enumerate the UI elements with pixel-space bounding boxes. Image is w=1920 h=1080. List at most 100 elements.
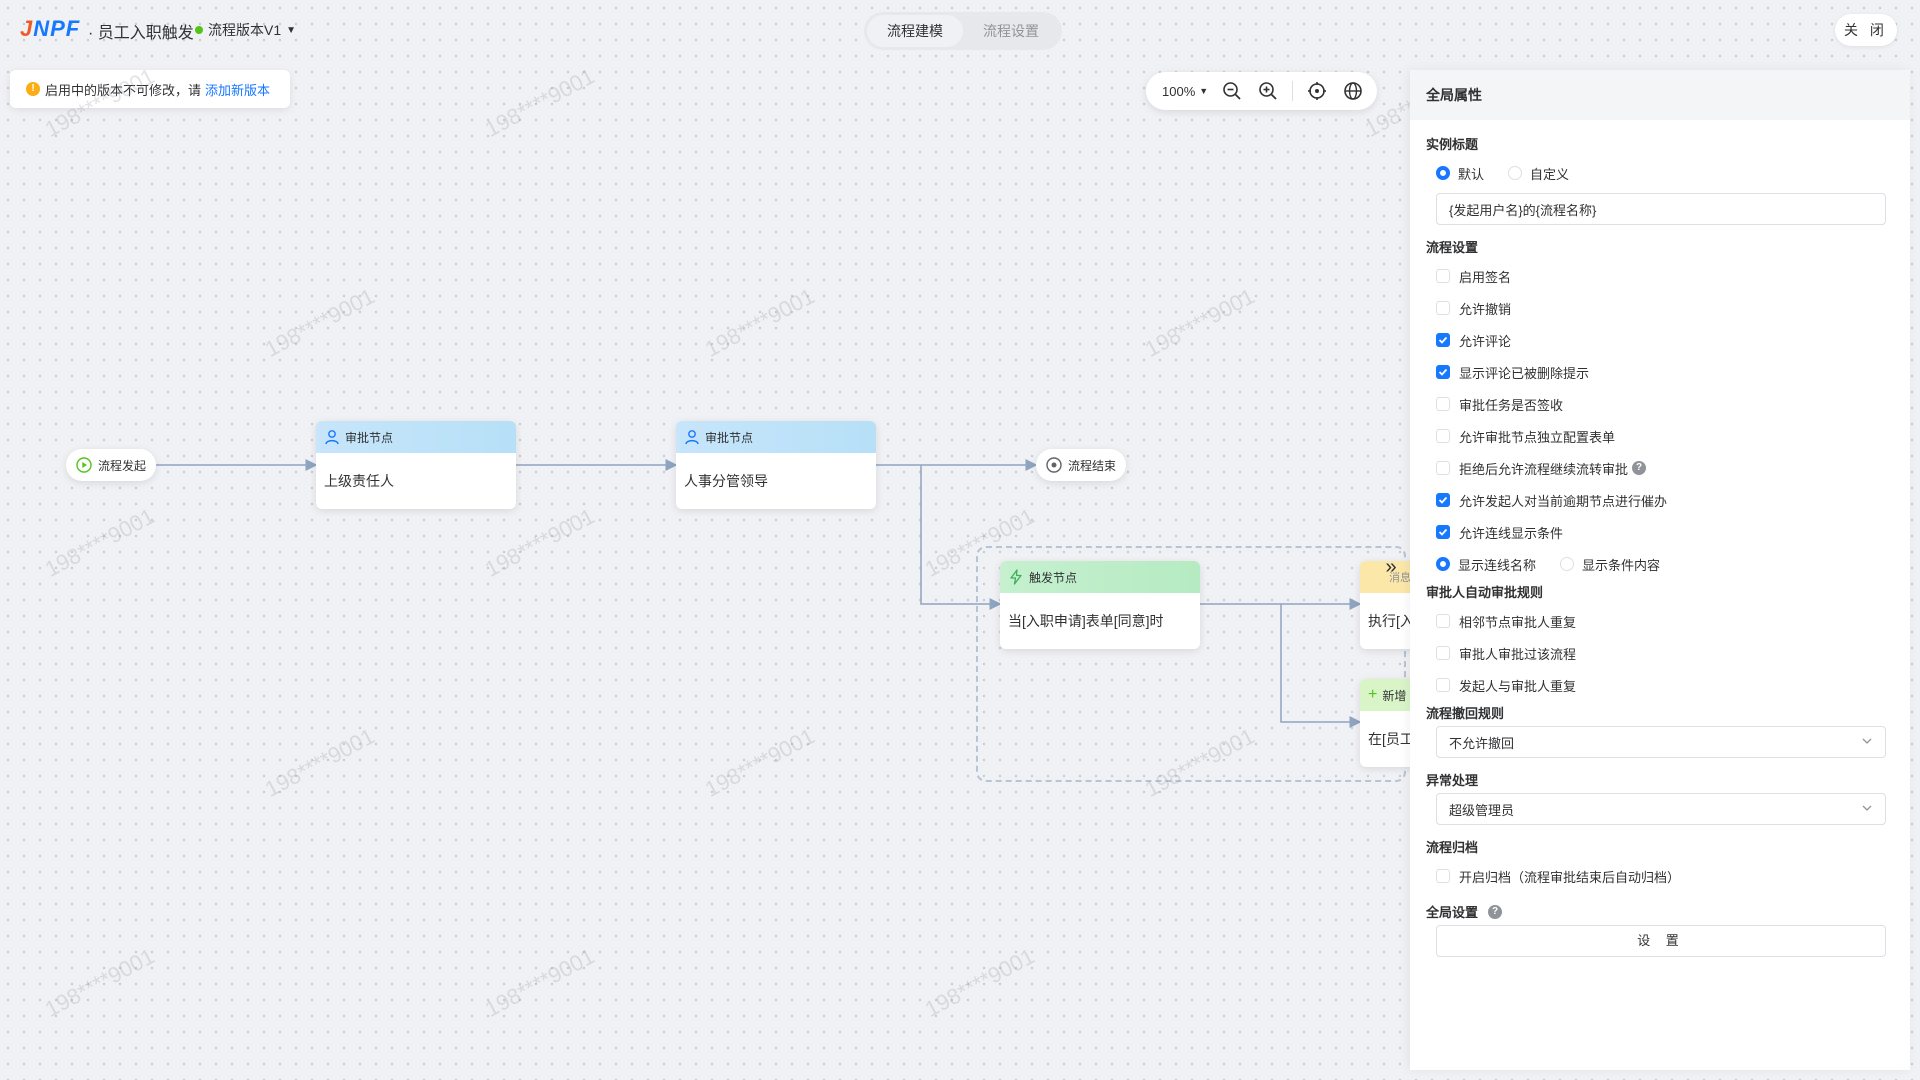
check-icon	[1438, 528, 1448, 536]
node-header: 审批节点	[316, 421, 516, 453]
section-global-settings: 全局设置?	[1426, 902, 1894, 921]
zoom-toolbar: 100% ▼	[1146, 72, 1378, 110]
checkbox-box	[1436, 365, 1450, 379]
node-header-label: 触发节点	[1029, 570, 1078, 585]
check-icon	[1438, 368, 1448, 376]
flow-start-node[interactable]: 流程发起	[66, 449, 157, 481]
checkbox-box	[1436, 301, 1450, 315]
checkbox-show-line-condition[interactable]: 允许连线显示条件	[1426, 516, 1894, 548]
global-properties-panel: 全局属性 实例标题 默认 自定义 {发起用户名}的{流程名称} 流程设置 启用签…	[1410, 70, 1910, 1070]
watermark: 198****9001	[1140, 283, 1259, 362]
global-settings-button[interactable]: 设 置	[1436, 925, 1886, 957]
checkbox-allow-revoke[interactable]: 允许撤销	[1426, 292, 1894, 324]
select-value: 超级管理员	[1449, 802, 1515, 818]
watermark: 198****9001	[40, 503, 159, 582]
chevron-down-icon	[1861, 735, 1873, 750]
warning-icon: !	[26, 82, 40, 96]
help-icon[interactable]: ?	[1632, 461, 1647, 475]
section-label: 实例标题	[1426, 137, 1479, 152]
watermark: 198****9001	[260, 283, 379, 362]
globe-icon[interactable]	[1341, 79, 1365, 103]
checkbox-enable-archive[interactable]: 开启归档（流程审批结束后自动归档）	[1426, 860, 1894, 892]
logo-letters-npf: NPF	[33, 16, 81, 41]
caret-down-icon: ▼	[286, 24, 297, 36]
checkbox-label: 拒绝后允许流程继续流转审批	[1459, 461, 1629, 477]
checkbox-continue-after-reject[interactable]: 拒绝后允许流程继续流转审批?	[1426, 452, 1894, 484]
checkbox-box	[1436, 646, 1450, 660]
revoke-rule-select[interactable]: 不允许撤回	[1436, 726, 1886, 758]
section-instance-title: 实例标题	[1426, 134, 1894, 153]
checkbox-task-sign-in[interactable]: 审批任务是否签收	[1426, 388, 1894, 420]
radio-label: 自定义	[1530, 166, 1570, 182]
radio-checked	[1436, 166, 1450, 180]
user-icon	[685, 430, 699, 445]
node-header: 触发节点	[1000, 561, 1200, 593]
section-process-settings: 流程设置	[1426, 237, 1894, 256]
section-label: 全局设置	[1426, 905, 1479, 920]
flow-end-node[interactable]: 流程结束	[1036, 449, 1127, 481]
zoom-in-icon[interactable]	[1256, 79, 1280, 103]
checkbox-label: 审批人审批过该流程	[1459, 646, 1577, 662]
radio-default[interactable]: 默认	[1436, 164, 1484, 183]
section-label: 审批人自动审批规则	[1426, 585, 1544, 600]
checkbox-box	[1436, 269, 1450, 283]
watermark: 198****9001	[480, 63, 599, 142]
checkbox-node-form[interactable]: 允许审批节点独立配置表单	[1426, 420, 1894, 452]
play-icon	[76, 457, 92, 473]
app-logo: JNPF	[20, 16, 80, 42]
checkbox-adjacent-repeat[interactable]: 相邻节点审批人重复	[1426, 605, 1894, 637]
stop-icon	[1046, 457, 1062, 473]
node-body: 上级责任人	[324, 473, 394, 489]
radio-custom[interactable]: 自定义	[1508, 164, 1569, 183]
checkbox-label: 开启归档（流程审批结束后自动归档）	[1459, 869, 1681, 885]
radio-show-line-name[interactable]: 显示连线名称	[1436, 555, 1536, 574]
checkbox-box	[1436, 678, 1450, 692]
flow-start-label: 流程发起	[98, 458, 147, 473]
tab-settings[interactable]: 流程设置	[963, 15, 1059, 47]
radio-unchecked	[1560, 557, 1575, 571]
checkbox-label: 发起人与审批人重复	[1459, 678, 1577, 694]
watermark: 198****9001	[480, 943, 599, 1022]
caret-down-icon: ▼	[1199, 86, 1209, 96]
locate-icon[interactable]	[1305, 79, 1329, 103]
instance-title-input[interactable]: {发起用户名}的{流程名称}	[1436, 193, 1886, 225]
input-value: {发起用户名}的{流程名称}	[1449, 202, 1597, 218]
version-selector[interactable]: 流程版本V1 ▼	[195, 20, 296, 40]
watermark: 198****9001	[40, 943, 159, 1022]
checkbox-enable-signature[interactable]: 启用签名	[1426, 260, 1894, 292]
checkbox-allow-urge[interactable]: 允许发起人对当前逾期节点进行催办	[1426, 484, 1894, 516]
logo-letter-j: J	[20, 16, 34, 41]
section-label: 流程归档	[1426, 840, 1479, 855]
zoom-out-icon[interactable]	[1220, 79, 1244, 103]
checkbox-initiator-repeat[interactable]: 发起人与审批人重复	[1426, 669, 1894, 701]
zoom-level-select[interactable]: 100% ▼	[1162, 84, 1208, 99]
checkbox-label: 允许评论	[1459, 333, 1512, 349]
checkbox-approved-before[interactable]: 审批人审批过该流程	[1426, 637, 1894, 669]
watermark: 198****9001	[480, 503, 599, 582]
help-icon[interactable]: ?	[1488, 904, 1503, 919]
instance-title-options: 默认 自定义	[1426, 157, 1894, 189]
checkbox-box	[1436, 461, 1450, 475]
zoom-level: 100%	[1162, 83, 1196, 99]
checkbox-label: 允许连线显示条件	[1459, 525, 1564, 541]
close-button[interactable]: 关 闭	[1835, 14, 1897, 46]
radio-show-condition[interactable]: 显示条件内容	[1560, 555, 1660, 574]
checkbox-label: 相邻节点审批人重复	[1459, 614, 1577, 630]
panel-body: 实例标题 默认 自定义 {发起用户名}的{流程名称} 流程设置 启用签名 允许撤…	[1410, 134, 1910, 957]
collapse-panel-icon[interactable]: »	[1378, 556, 1404, 582]
exception-handler-select[interactable]: 超级管理员	[1436, 793, 1886, 825]
checkbox-box	[1436, 614, 1450, 628]
approval-node-2[interactable]: 审批节点 人事分管领导	[676, 421, 876, 509]
user-icon	[325, 430, 339, 445]
checkbox-box	[1436, 397, 1450, 411]
lightning-icon	[1010, 569, 1022, 585]
check-icon	[1438, 496, 1448, 504]
tab-modeling[interactable]: 流程建模	[867, 15, 963, 47]
checkbox-allow-comment[interactable]: 允许评论	[1426, 324, 1894, 356]
section-label: 流程设置	[1426, 240, 1479, 255]
add-version-link[interactable]: 添加新版本	[205, 80, 270, 99]
node-body: 人事分管领导	[684, 473, 768, 489]
approval-node-1[interactable]: 审批节点 上级责任人	[316, 421, 516, 509]
checkbox-show-deleted-comment[interactable]: 显示评论已被删除提示	[1426, 356, 1894, 388]
trigger-node[interactable]: 触发节点 当[入职申请]表单[同意]时	[1000, 561, 1200, 649]
